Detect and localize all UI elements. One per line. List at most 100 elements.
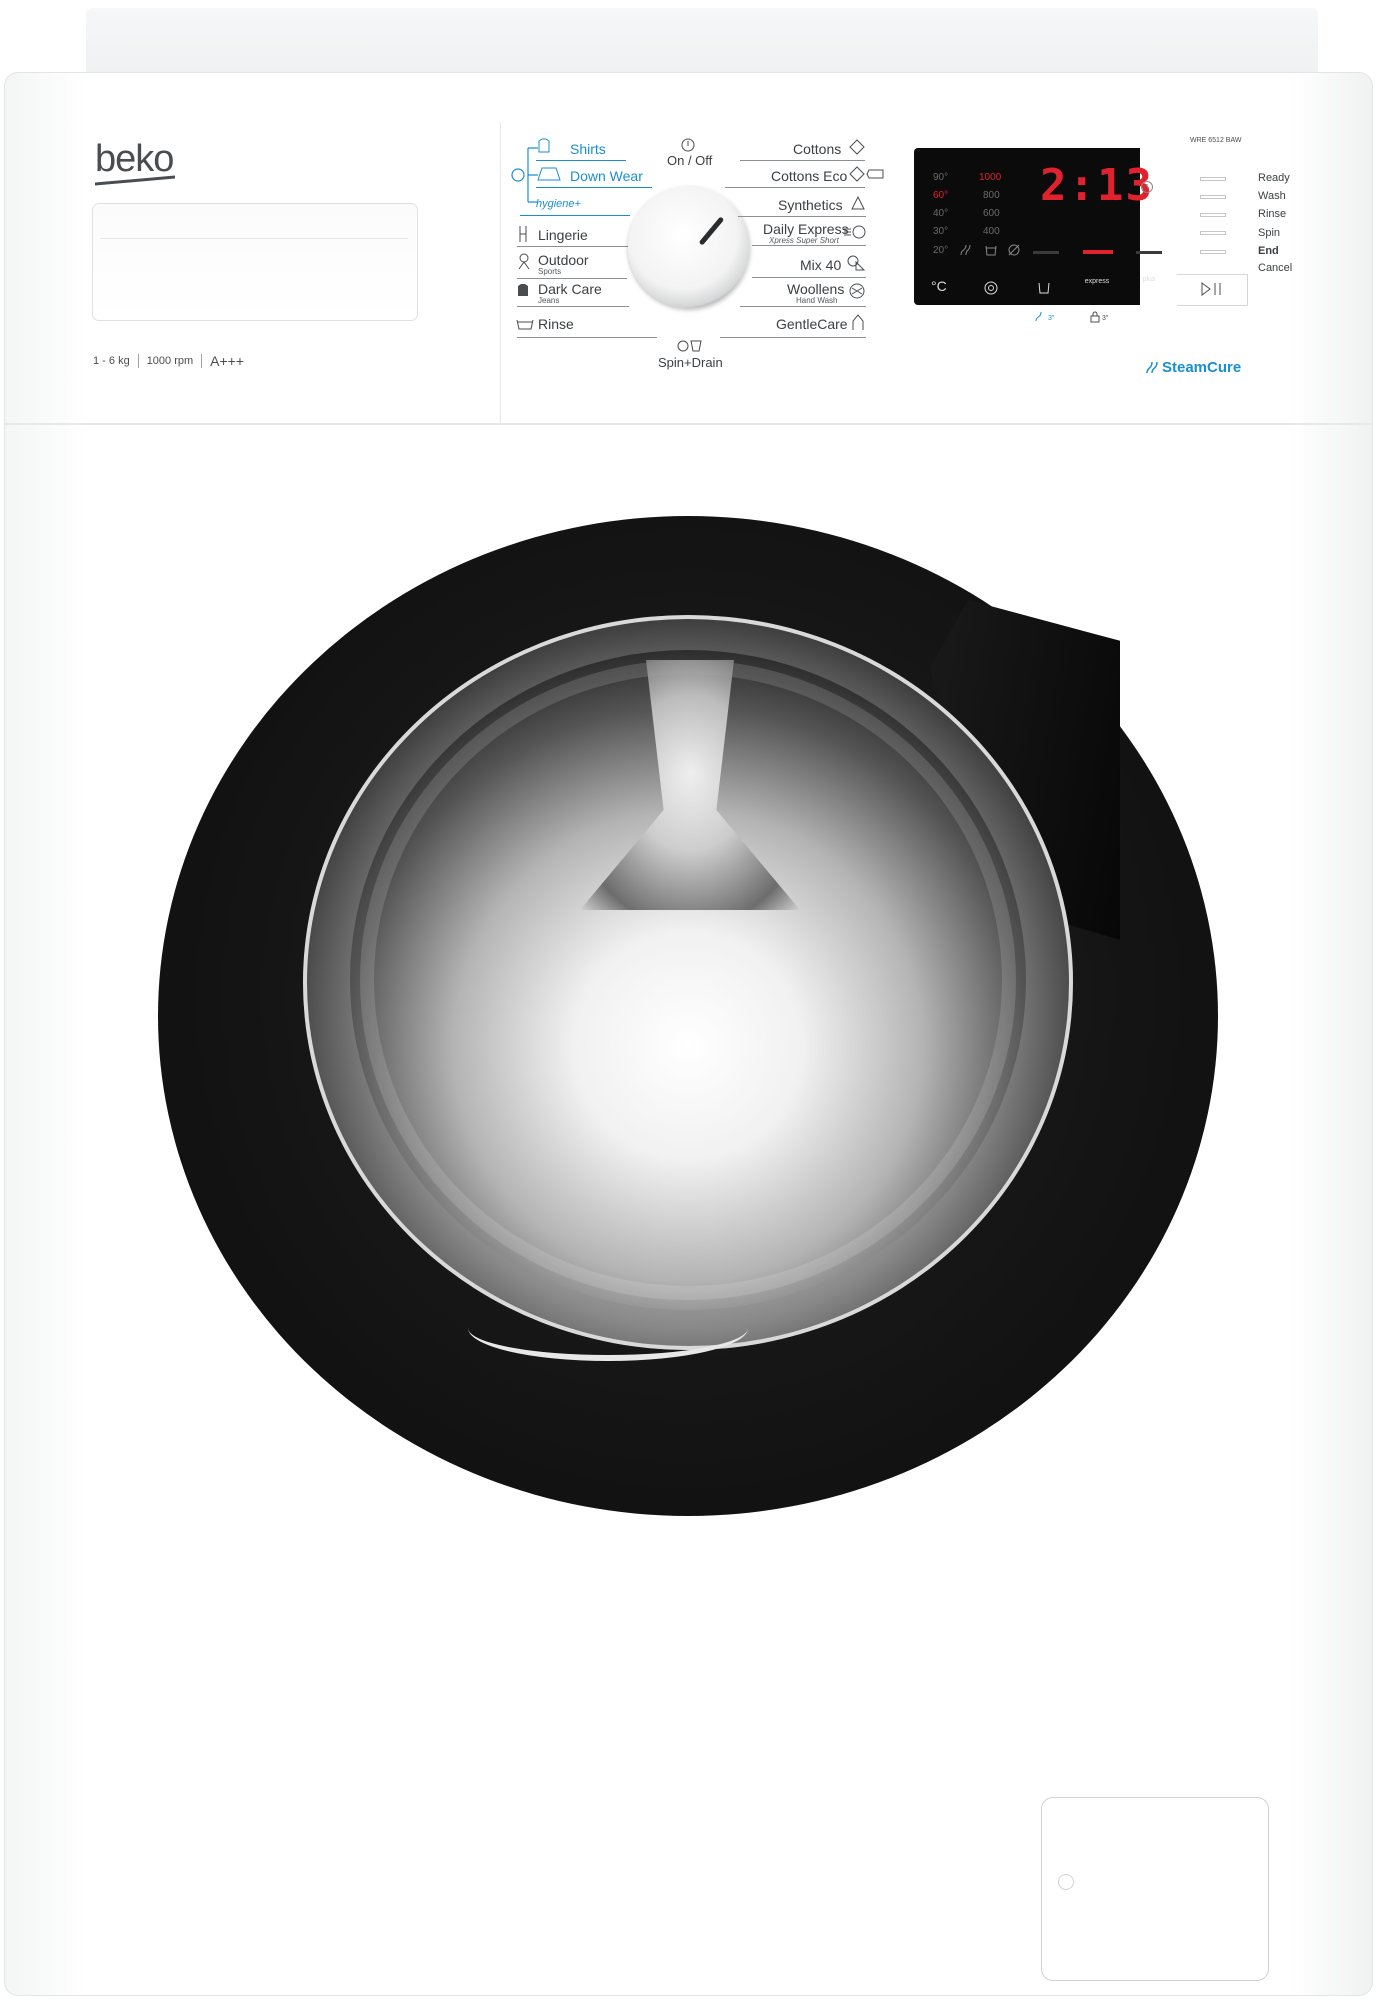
status-indicator-rinse [1200,213,1226,217]
woollens-icon [849,283,865,299]
child-lock-icon [1090,311,1100,323]
program-cottons-eco[interactable]: Cottons Eco [771,168,847,184]
dark-care-icon [518,284,528,296]
soil-level-button-icon[interactable] [1036,280,1052,296]
program-outdoor[interactable]: Outdoor [538,252,589,268]
temp-button-label: °C [931,278,947,294]
steamcure-label: SteamCure [1162,359,1242,376]
status-ready: Ready [1258,172,1290,184]
temp-90: 90° [933,172,949,183]
program-mix-40[interactable]: Mix 40 [800,257,841,273]
daily-express-icon [844,225,866,239]
timer-icon [1141,181,1153,193]
temp-60: 60° [933,190,949,201]
program-line [536,187,652,188]
speed-800: 800 [983,190,1000,201]
program-cottons[interactable]: Cottons [793,141,841,157]
program-line [752,245,866,246]
spin-speed-button-icon[interactable] [983,280,999,296]
program-gentlecare[interactable]: GentleCare [776,316,848,332]
program-outdoor-sub: Sports [538,267,562,276]
temp-30: 30° [933,226,949,237]
steamcure-icon [1146,361,1158,374]
program-line [520,215,630,216]
capacity-label: 1 - 6 kg [93,355,130,367]
program-line [725,187,865,188]
steam-indicator-icon [960,244,971,256]
on-off-label: On / Off [667,153,713,168]
door-handle-light [468,1295,748,1361]
no-spin-indicator-icon [1008,244,1020,256]
shirt-icon [538,138,550,153]
program-line [536,160,626,161]
program-dark-care-sub: Jeans [538,296,560,305]
plus-button-label: plus [1142,276,1156,283]
program-shirts[interactable]: Shirts [570,141,606,157]
program-line [517,278,627,279]
status-cancel: Cancel [1258,262,1293,274]
level-bar [1033,251,1059,254]
status-indicator-ready [1200,177,1226,181]
steam-option-icon [1035,311,1042,322]
program-line [517,337,657,338]
temp-40: 40° [933,208,949,219]
status-spin: Spin [1258,227,1281,239]
program-line [738,216,866,217]
brand-name: beko [95,138,174,180]
program-dial[interactable] [628,186,750,308]
drawer-handle[interactable] [100,212,408,239]
cottons-eco-icon [849,166,884,182]
outdoor-icon [518,253,530,270]
status-rinse: Rinse [1258,208,1287,220]
specs-row: 1 - 6 kg 1000 rpm A+++ [93,353,244,369]
energy-label: A+++ [210,353,245,369]
spec-divider [201,354,203,368]
child-lock-time: 3" [1102,315,1109,322]
program-dark-care[interactable]: Dark Care [538,281,602,297]
program-line [740,306,866,307]
filter-service-door[interactable] [1041,1797,1269,1981]
rpm-label: 1000 rpm [146,355,194,367]
start-pause-icon [1201,282,1221,296]
steam-option-time: 3" [1048,315,1055,322]
program-daily-express[interactable]: Daily Express [763,221,849,237]
program-rinse[interactable]: Rinse [538,316,574,332]
gentlecare-icon [852,314,864,330]
program-hygiene[interactable]: hygiene+ [536,198,581,210]
status-end: End [1258,245,1279,257]
status-indicator-wash [1200,195,1226,199]
panel-divider-vertical [500,122,501,424]
level-bar-active [1083,250,1113,254]
program-down-wear[interactable]: Down Wear [570,168,643,184]
rinse-icon [516,319,534,330]
program-woollens[interactable]: Woollens [787,281,844,297]
time-readout: 2:13 [1040,160,1154,211]
model-label: WRE 6512 BAW [1190,137,1242,144]
spin-drain-icon [677,340,702,352]
spin-drain-label: Spin+Drain [658,355,723,370]
synthetics-icon [851,196,865,210]
program-woollens-sub: Hand Wash [796,296,838,305]
status-indicator-end [1200,250,1226,254]
power-icon [681,138,695,152]
lingerie-icon [519,226,527,242]
filter-door-latch[interactable] [1058,1874,1074,1890]
program-synthetics[interactable]: Synthetics [778,197,843,213]
program-line [740,160,865,161]
brand-logo: beko [95,138,175,186]
express-button-label: express [1084,278,1110,285]
program-line [517,306,629,307]
program-line [752,277,866,278]
speed-1000: 1000 [979,172,1002,183]
prewash-indicator-icon [985,245,997,256]
express-button[interactable]: express [1082,278,1112,285]
program-lingerie[interactable]: Lingerie [538,227,588,243]
status-indicator-spin [1200,231,1226,235]
plus-button[interactable]: plus [1137,276,1161,283]
program-line [517,246,639,247]
program-line [720,337,866,338]
panel-divider-horizontal [4,423,1373,425]
temp-button[interactable]: °C [931,278,953,296]
down-wear-icon [537,167,561,181]
status-wash: Wash [1258,190,1286,202]
